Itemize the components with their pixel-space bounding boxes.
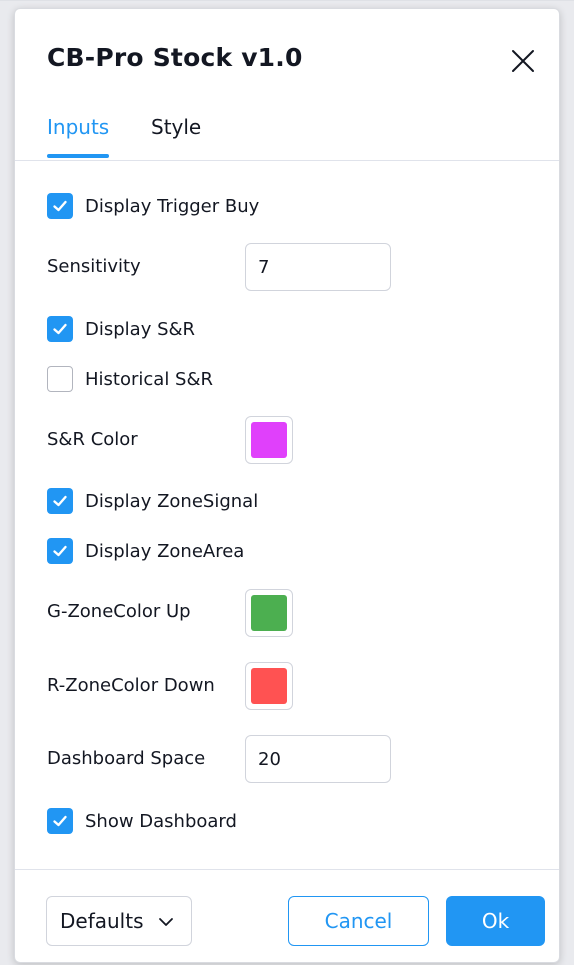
check-icon bbox=[53, 495, 67, 507]
display-sr-row[interactable]: Display S&R bbox=[47, 315, 195, 343]
display-zonearea-row[interactable]: Display ZoneArea bbox=[47, 537, 244, 565]
close-button[interactable] bbox=[507, 45, 539, 77]
display-zonearea-label: Display ZoneArea bbox=[85, 540, 245, 562]
display-zonearea-checkbox[interactable] bbox=[47, 538, 73, 564]
chevron-down-icon bbox=[158, 918, 173, 926]
display-trigger-buy-checkbox[interactable] bbox=[47, 193, 73, 219]
display-zonesignal-row[interactable]: Display ZoneSignal bbox=[47, 487, 258, 515]
ok-label: Ok bbox=[481, 909, 510, 933]
display-trigger-buy-label: Display Trigger Buy bbox=[85, 195, 260, 217]
close-icon bbox=[512, 50, 534, 72]
tab-style[interactable]: Style bbox=[151, 115, 201, 139]
historical-sr-checkbox[interactable] bbox=[47, 366, 73, 392]
r-zonecolor-down-swatch bbox=[251, 668, 287, 704]
show-dashboard-label: Show Dashboard bbox=[85, 810, 237, 832]
sr-color-swatch bbox=[251, 422, 287, 458]
defaults-dropdown[interactable]: Defaults bbox=[46, 896, 192, 946]
r-zonecolor-down-label: R-ZoneColor Down bbox=[47, 675, 215, 696]
g-zonecolor-up-swatch bbox=[251, 595, 287, 631]
check-icon bbox=[53, 200, 67, 212]
r-zonecolor-down-picker[interactable] bbox=[245, 662, 293, 710]
g-zonecolor-up-picker[interactable] bbox=[245, 589, 293, 637]
check-icon bbox=[53, 323, 67, 335]
ok-button[interactable]: Ok bbox=[446, 896, 545, 946]
cancel-button[interactable]: Cancel bbox=[288, 896, 429, 946]
display-sr-checkbox[interactable] bbox=[47, 316, 73, 342]
dashboard-space-input[interactable] bbox=[245, 735, 391, 783]
check-icon bbox=[53, 545, 67, 557]
sensitivity-label: Sensitivity bbox=[47, 256, 141, 277]
dialog-title: CB-Pro Stock v1.0 bbox=[47, 43, 303, 72]
tab-bar: Inputs Style bbox=[15, 109, 559, 161]
g-zonecolor-up-label: G-ZoneColor Up bbox=[47, 601, 191, 622]
show-dashboard-checkbox[interactable] bbox=[47, 808, 73, 834]
defaults-label: Defaults bbox=[60, 909, 144, 933]
dashboard-space-label: Dashboard Space bbox=[47, 748, 206, 769]
cancel-label: Cancel bbox=[324, 909, 393, 933]
show-dashboard-row[interactable]: Show Dashboard bbox=[47, 807, 237, 835]
display-sr-label: Display S&R bbox=[85, 318, 196, 340]
tab-inputs[interactable]: Inputs bbox=[47, 115, 109, 139]
sensitivity-input[interactable] bbox=[245, 243, 391, 291]
active-tab-indicator bbox=[47, 154, 109, 158]
check-icon bbox=[53, 815, 67, 827]
display-trigger-buy-row[interactable]: Display Trigger Buy bbox=[47, 192, 259, 220]
sr-color-label: S&R Color bbox=[47, 429, 138, 450]
display-zonesignal-checkbox[interactable] bbox=[47, 488, 73, 514]
dialog-footer: Defaults Cancel Ok bbox=[15, 869, 559, 962]
display-zonesignal-label: Display ZoneSignal bbox=[85, 490, 259, 512]
historical-sr-row[interactable]: Historical S&R bbox=[47, 365, 213, 393]
indicator-settings-dialog: CB-Pro Stock v1.0 Inputs Style Display T… bbox=[14, 8, 560, 963]
historical-sr-label: Historical S&R bbox=[85, 368, 214, 390]
dialog-header: CB-Pro Stock v1.0 bbox=[15, 9, 559, 109]
sr-color-picker[interactable] bbox=[245, 416, 293, 464]
